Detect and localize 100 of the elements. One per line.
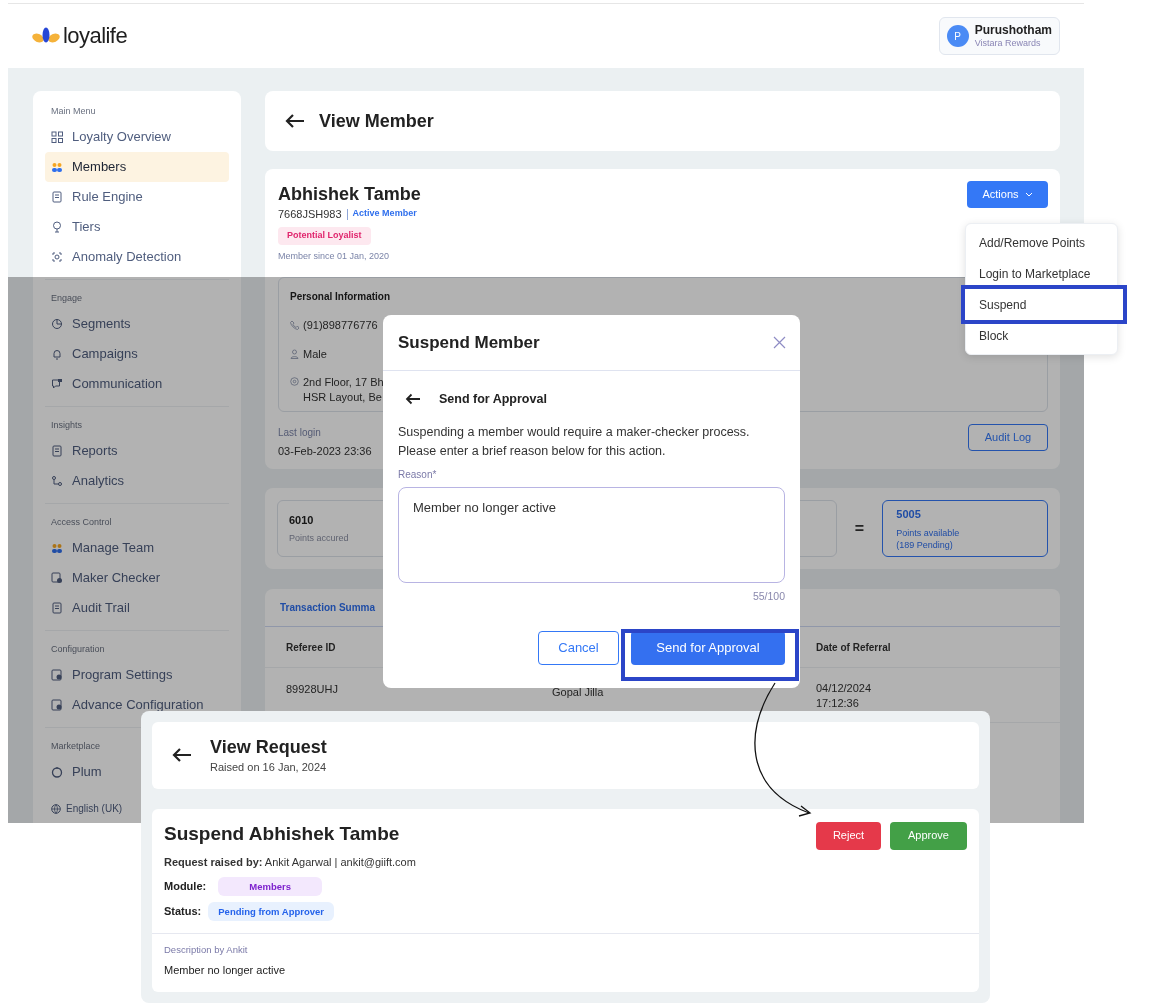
status-tag: Pending from Approver — [208, 902, 335, 922]
approve-button[interactable]: Approve — [890, 821, 967, 850]
menu-item[interactable]: Suspend — [961, 285, 1127, 324]
points-label: Points accured — [289, 532, 350, 545]
chevron-down-icon — [1024, 192, 1033, 197]
section-title: Insights — [51, 419, 83, 433]
sidebar-item[interactable]: Audit Trail — [45, 593, 229, 623]
actions-button[interactable]: Actions — [967, 181, 1048, 208]
member-name: Abhishek Tambe — [278, 183, 421, 206]
sidebar-item[interactable]: Program Settings — [45, 660, 229, 690]
person-icon — [290, 349, 299, 360]
section-heading: Personal Information — [290, 289, 391, 304]
close-icon — [772, 336, 786, 349]
user-chip[interactable]: P Purushotham Vistara Rewards — [938, 17, 1060, 55]
last-login-label: Last login — [278, 425, 322, 440]
people-icon — [51, 161, 63, 173]
request-title: View Request — [210, 736, 327, 760]
trophy-icon — [51, 221, 63, 233]
request-heading: Suspend Abhishek Tambe — [164, 821, 401, 846]
sidebar-item[interactable]: Anomaly Detection — [45, 242, 229, 272]
sidebar-item[interactable]: Segments — [45, 309, 229, 339]
module-tag: Members — [218, 877, 323, 897]
logo-text: loyalife — [63, 25, 128, 47]
phone-icon — [290, 319, 299, 330]
back-arrow-icon — [405, 393, 421, 406]
modal-title: Suspend Member — [398, 331, 540, 354]
segment-tag: Potential Loyalist — [278, 227, 371, 245]
table-cell-text: 89928UHJ — [286, 682, 339, 697]
section-title: Main Menu — [51, 105, 96, 119]
document-icon — [51, 445, 63, 457]
equals-sign: = — [853, 518, 866, 539]
step-title: Send for Approval — [439, 391, 547, 408]
section-title: Configuration — [51, 643, 105, 657]
audit-log-button[interactable]: Audit Log — [968, 423, 1048, 451]
field-label: Status: — [164, 904, 202, 920]
column-header: Date of Referral — [816, 640, 892, 655]
sidebar-item[interactable]: Rule Engine — [45, 182, 229, 212]
back-button[interactable] — [405, 393, 421, 406]
pie-chart-icon — [51, 318, 63, 330]
bell-icon — [51, 348, 63, 360]
ring-icon — [51, 766, 63, 778]
sidebar-item[interactable]: Communication — [45, 369, 229, 399]
points-label: (189 Pending) — [896, 539, 954, 552]
column-header: Referee ID — [286, 640, 337, 655]
back-arrow-icon — [172, 747, 192, 764]
section-title: Access Control — [51, 516, 112, 530]
globe-icon — [51, 803, 61, 814]
page-title: View Member — [319, 109, 434, 133]
reject-button[interactable]: Reject — [816, 821, 881, 850]
field-label: Reason* — [398, 467, 438, 482]
document-icon — [51, 191, 63, 203]
address-line: 2nd Floor, 17 Bh — [303, 374, 384, 390]
close-button[interactable] — [772, 335, 786, 350]
sidebar-item[interactable]: Campaigns — [45, 339, 229, 369]
document-icon — [51, 602, 63, 614]
avatar: P — [946, 25, 969, 47]
location-pin-icon — [290, 376, 299, 388]
program-name: Vistara Rewards — [974, 37, 1042, 50]
description-label: Description by Ankit — [164, 943, 249, 958]
section-title: Engage — [51, 292, 83, 306]
requester-info: Request raised by: Ankit Agarwal | ankit@giift.com — [164, 854, 416, 870]
sidebar-item[interactable]: Loyalty Overview — [45, 122, 229, 152]
tab[interactable]: Transaction Summa — [280, 589, 376, 626]
description-text: Member no longer active — [164, 963, 287, 979]
sidebar-item[interactable]: Reports — [45, 436, 229, 466]
reason-field[interactable]: Member no longer active — [398, 486, 785, 583]
field-label: Module: — [164, 879, 207, 895]
language-selector[interactable]: English (UK) — [45, 801, 229, 816]
table-cell-text: 04/12/2024 — [816, 681, 873, 696]
user-name: Purushotham — [974, 22, 1052, 38]
status-text: Active Member — [352, 207, 417, 221]
grid-icon — [51, 131, 63, 143]
sidebar-item[interactable]: Members — [45, 152, 229, 182]
points-value: 5005 — [896, 506, 922, 522]
sidebar-item[interactable]: Maker Checker — [45, 563, 229, 593]
member-since: Member since 01 Jan, 2020 — [278, 250, 391, 263]
section-title: Marketplace — [51, 740, 101, 754]
member-id: 7668JSH983 — [278, 206, 342, 222]
table-cell-text: Gopal Jilla — [552, 685, 605, 700]
nodes-icon — [51, 475, 63, 487]
chat-icon — [51, 378, 63, 390]
back-arrow-icon — [285, 113, 305, 129]
sidebar-item[interactable]: Tiers — [45, 212, 229, 242]
raised-date: Raised on 16 Jan, 2024 — [210, 760, 327, 776]
leaf-logo-icon — [32, 27, 60, 45]
menu-item[interactable]: Add/Remove Points — [966, 227, 1117, 258]
phone-number: (91)898776776 — [303, 317, 378, 333]
address-line: HSR Layout, Be — [303, 389, 383, 405]
scan-icon — [51, 251, 63, 263]
instruction-text: Suspending a member would require a maker-checker process. Please enter a brief reason below for this action. — [398, 423, 751, 460]
sidebar-item[interactable]: Manage Team — [45, 533, 229, 563]
sidebar-item[interactable]: Analytics — [45, 466, 229, 496]
cancel-button[interactable]: Cancel — [538, 630, 619, 665]
people-icon — [51, 542, 63, 554]
sidebar-item[interactable]: Advance Configuration — [45, 690, 229, 720]
gender-text: Male — [303, 347, 327, 362]
points-value: 6010 — [289, 512, 315, 528]
character-counter: 55/100 — [752, 588, 785, 604]
table-cell-text: 17:12:36 — [816, 696, 860, 711]
points-label: Points available — [896, 527, 961, 540]
